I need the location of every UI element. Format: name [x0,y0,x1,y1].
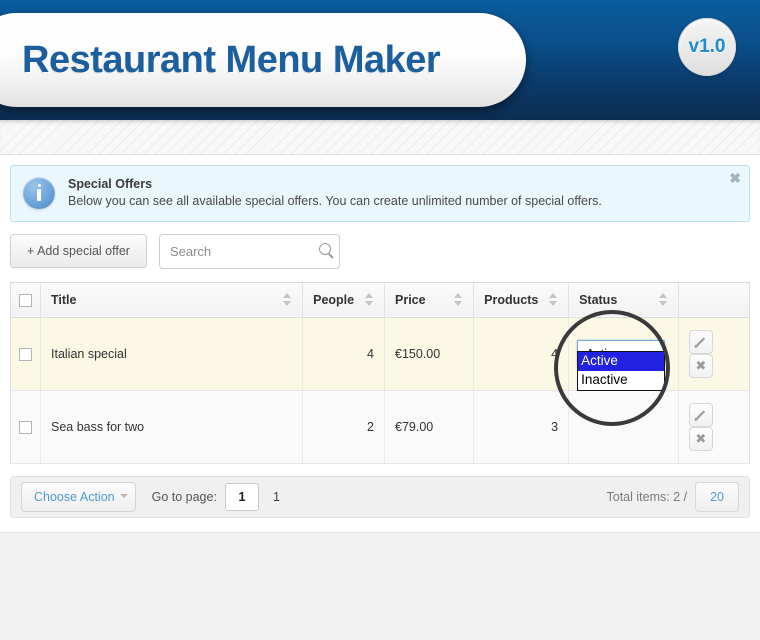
special-offers-table-wrap: Title People Price Products Status Itali… [10,281,750,464]
row-select-cell [10,317,41,391]
per-page-button[interactable]: 20 [695,481,739,512]
table-row: Italian special 4 €150.00 4 Active Activ… [10,317,750,391]
pencil-icon [696,337,706,347]
sort-icon[interactable] [365,293,374,307]
column-actions [678,282,750,318]
total-items-label: Total items: 2 / [606,489,688,504]
current-page-indicator: 1 [272,489,280,504]
column-products-label: Products [484,292,539,307]
cell-price: €79.00 [384,390,475,464]
table-row: Sea bass for two 2 €79.00 3 ✖ [10,390,750,464]
cell-people: 4 [302,317,385,391]
cell-title: Italian special [40,317,304,391]
row-checkbox[interactable] [19,420,32,434]
cell-products: 3 [473,390,570,464]
main-content: Special Offers Below you can see all ava… [0,155,760,533]
status-select-options[interactable]: Active Inactive [577,350,666,391]
close-icon[interactable]: ✖ [729,171,741,185]
sort-icon[interactable] [283,293,292,307]
cell-actions: ✖ [678,317,750,391]
cell-title: Sea bass for two [40,390,304,464]
column-title[interactable]: Title [40,282,304,318]
info-notice: Special Offers Below you can see all ava… [10,165,750,222]
pagination-bar: Choose Action Go to page: 1 Total items:… [10,475,750,518]
delete-row-button[interactable]: ✖ [688,353,713,378]
row-checkbox[interactable] [19,347,32,361]
table-head: Title People Price Products Status [10,282,750,318]
column-select-all [10,282,41,318]
logo-pill: Restaurant Menu Maker [0,13,526,107]
page-title: Restaurant Menu Maker [22,38,441,81]
row-select-cell [10,390,41,464]
info-circle-icon [23,177,55,209]
column-status-label: Status [579,292,618,307]
search-input[interactable] [158,233,340,269]
column-products[interactable]: Products [473,282,570,318]
cell-products: 4 [473,317,570,391]
edit-row-button[interactable] [688,402,713,427]
table-header-row: Title People Price Products Status [10,282,750,318]
column-price-label: Price [395,292,426,307]
choose-action-dropdown[interactable]: Choose Action [21,481,136,512]
page-background [0,532,760,640]
cell-status: Active Active Inactive [568,317,679,391]
info-notice-description: Below you can see all available special … [68,194,602,208]
add-special-offer-button[interactable]: + Add special offer [10,234,147,269]
sort-icon[interactable] [658,293,668,307]
column-people[interactable]: People [302,282,385,318]
delete-row-button[interactable]: ✖ [688,426,713,451]
search-field-wrap [158,233,340,269]
info-notice-title: Special Offers [68,177,153,191]
column-price[interactable]: Price [384,282,475,318]
cell-status [568,390,679,464]
cell-price: €150.00 [384,317,475,391]
status-option-inactive[interactable]: Inactive [578,371,664,390]
column-people-label: People [313,292,355,307]
page-number-input[interactable] [224,482,259,511]
column-title-label: Title [51,292,77,307]
version-badge: v1.0 [678,18,736,76]
chevron-down-icon [119,493,128,498]
sort-icon[interactable] [454,293,463,307]
status-option-active[interactable]: Active [578,351,665,371]
table-toolbar: + Add special offer [10,233,750,269]
special-offers-table: Title People Price Products Status Itali… [10,281,750,464]
stripe-divider [0,120,760,155]
table-body: Italian special 4 €150.00 4 Active Activ… [10,317,750,464]
cell-actions: ✖ [678,390,750,464]
edit-row-button[interactable] [688,329,713,354]
column-status[interactable]: Status [568,282,679,318]
goto-page-label: Go to page: [151,489,217,504]
cell-people: 2 [302,390,385,464]
pencil-icon [696,410,706,420]
app-root: Restaurant Menu Maker v1.0 Special Offer… [0,0,760,640]
app-header: Restaurant Menu Maker v1.0 [0,0,760,120]
info-notice-text: Special Offers Below you can see all ava… [68,176,602,210]
sort-icon[interactable] [549,293,558,307]
choose-action-label: Choose Action [34,489,115,504]
select-all-checkbox[interactable] [19,293,32,307]
